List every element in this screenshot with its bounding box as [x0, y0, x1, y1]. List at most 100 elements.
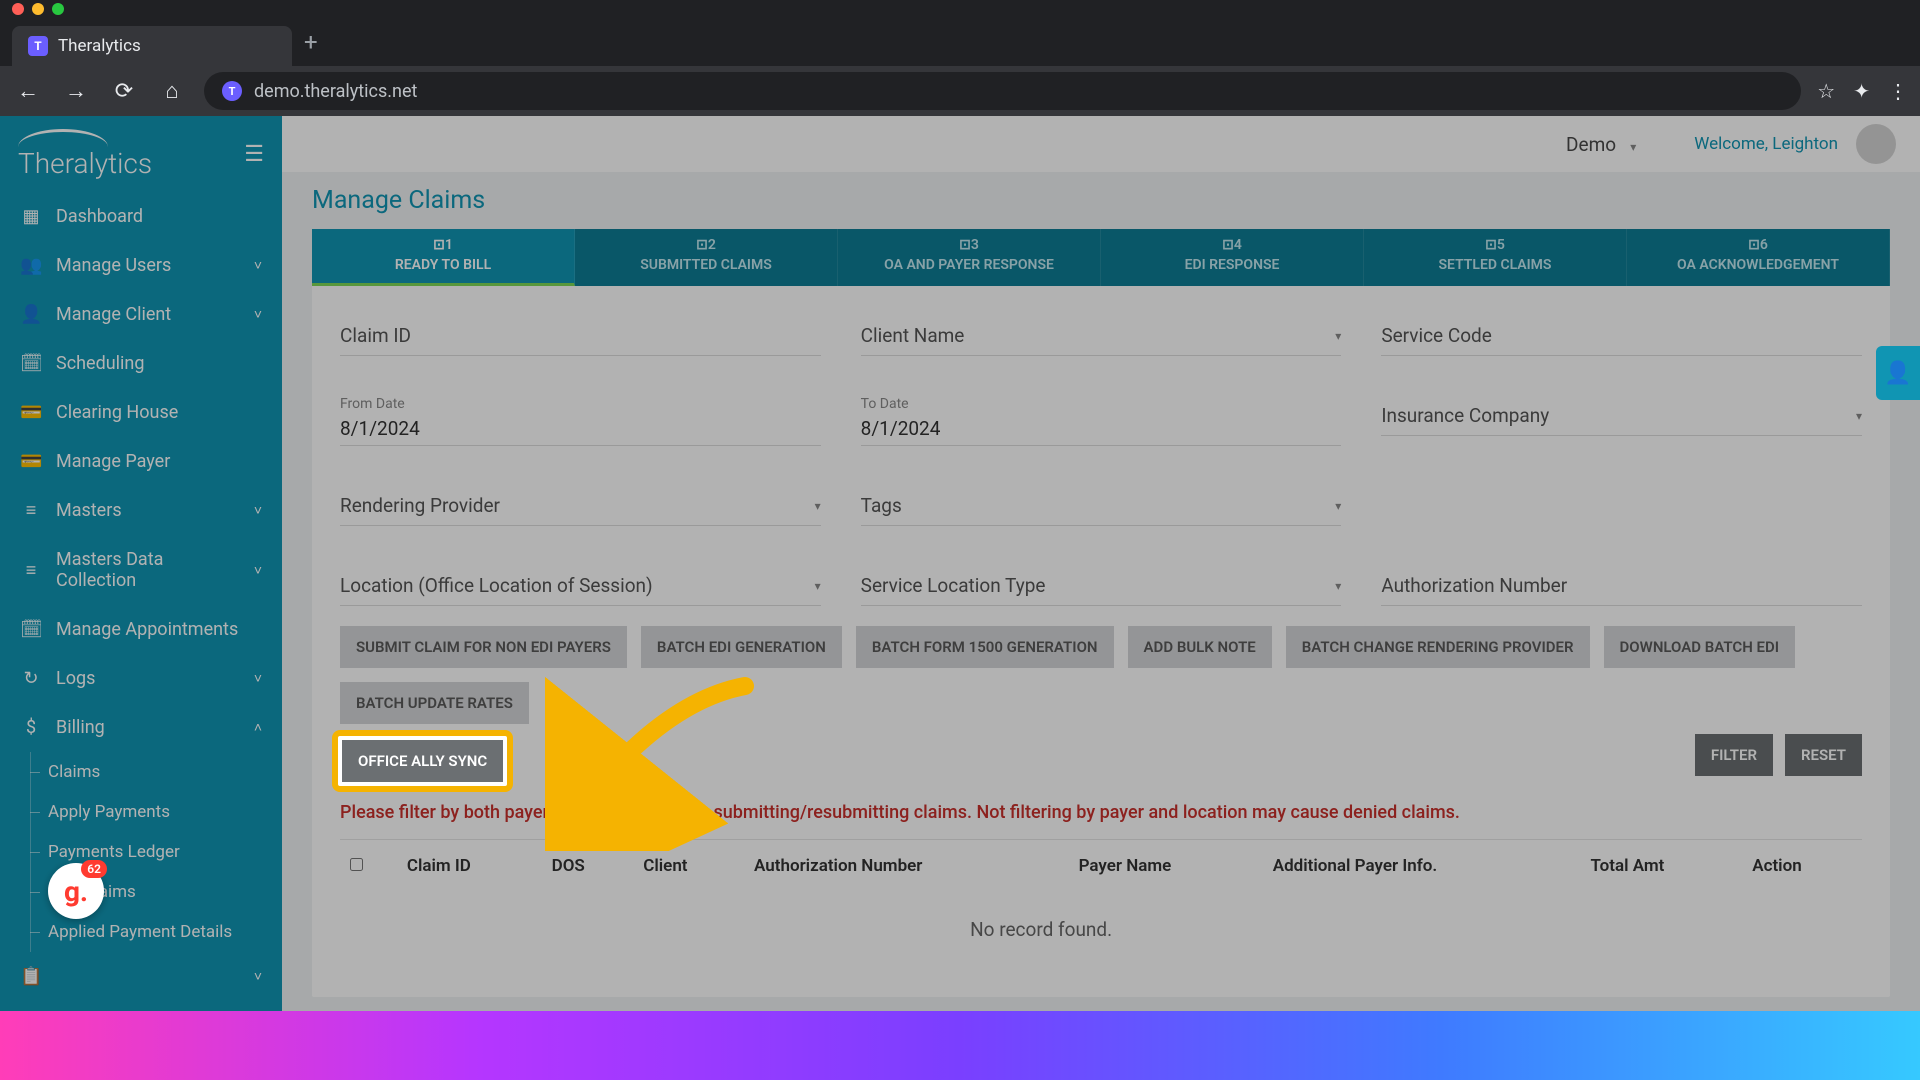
sidebar-item-manage-payer[interactable]: 💳Manage Payer	[0, 437, 282, 486]
nav-label: Dashboard	[56, 206, 262, 227]
nav-label: Scheduling	[56, 353, 262, 374]
sidebar-item-dashboard[interactable]: ▦Dashboard	[0, 192, 282, 241]
sidebar-item-item[interactable]: 📋˅	[0, 952, 282, 1001]
support-widget-icon[interactable]: 👤	[1876, 346, 1920, 400]
col-claim-id: Claim ID	[397, 840, 542, 893]
nav-label: Masters	[56, 500, 240, 521]
url-bar[interactable]: T demo.theralytics.net	[204, 72, 1801, 110]
col-action: Action	[1742, 840, 1862, 893]
col-authorization-number: Authorization Number	[744, 840, 1069, 893]
claim-tab-edi-response[interactable]: ⊡4EDI RESPONSE	[1101, 229, 1364, 286]
sidebar: Theralytics ☰ ▦Dashboard👥Manage Users˅👤M…	[0, 116, 282, 1011]
window-maximize[interactable]	[52, 3, 64, 15]
insurance-select[interactable]: Insurance Company▾	[1381, 396, 1862, 436]
col-additional-payer-info-: Additional Payer Info.	[1263, 840, 1581, 893]
sidebar-subitem-applied-payment-details[interactable]: Applied Payment Details	[0, 912, 282, 952]
claim-tab-submitted-claims[interactable]: ⊡2SUBMITTED CLAIMS	[575, 229, 838, 286]
tab-label: OA AND PAYER RESPONSE	[884, 257, 1054, 273]
tab-strip: T Theralytics +	[0, 18, 1920, 66]
auth-number-input[interactable]: Authorization Number	[1381, 566, 1862, 606]
chevron-down-icon: ˅	[254, 257, 262, 274]
window-close[interactable]	[12, 3, 24, 15]
tab-label: EDI RESPONSE	[1185, 257, 1280, 273]
batch-change-rendering-provider-button[interactable]: BATCH CHANGE RENDERING PROVIDER	[1286, 626, 1590, 668]
url-text: demo.theralytics.net	[254, 81, 417, 102]
nav-icon: 💳	[20, 451, 42, 472]
back-button[interactable]: ←	[12, 78, 44, 104]
sidebar-item-clearing-house[interactable]: 💳 Clearing House	[0, 388, 282, 437]
avatar[interactable]	[1856, 124, 1896, 164]
new-tab-button[interactable]: +	[304, 28, 318, 66]
sidebar-item-scheduling[interactable]: 🗓Scheduling	[0, 339, 282, 388]
sidebar-subitem-apply-payments[interactable]: Apply Payments	[0, 792, 282, 832]
claim-tabs: ⊡1READY TO BILL⊡2SUBMITTED CLAIMS⊡3 OA AN…	[312, 229, 1890, 286]
extensions-icon[interactable]: ✦	[1853, 79, 1870, 103]
to-date-label: To Date	[861, 396, 1342, 412]
sidebar-item-manage-users[interactable]: 👥Manage Users˅	[0, 241, 282, 290]
rendering-provider-select[interactable]: Rendering Provider▾	[340, 486, 821, 526]
tags-select[interactable]: Tags▾	[861, 486, 1342, 526]
location-select[interactable]: Location (Office Location of Session)▾	[340, 566, 821, 606]
sidebar-item-billing[interactable]: $Billing˄	[0, 703, 282, 752]
claim-tab-oa-and-payer-response[interactable]: ⊡3 OA AND PAYER RESPONSE	[838, 229, 1101, 286]
sidebar-subitem-claims[interactable]: Claims	[0, 752, 282, 792]
tab-label: READY TO BILL	[395, 257, 491, 273]
sidebar-item-logs[interactable]: ↻Logs˅	[0, 654, 282, 703]
service-code-input[interactable]: Service Code	[1381, 316, 1862, 356]
nav-label: Masters Data Collection	[56, 549, 240, 591]
claims-table: Claim IDDOSClientAuthorization NumberPay…	[340, 839, 1862, 967]
site-favicon-icon: T	[222, 81, 242, 101]
forward-button[interactable]: →	[60, 78, 92, 104]
tab-badge-icon: ⊡3	[838, 237, 1100, 253]
sidebar-item-manage-appointments[interactable]: 🗓Manage Appointments	[0, 605, 282, 654]
col-total-amt: Total Amt	[1581, 840, 1743, 893]
home-button[interactable]: ⌂	[156, 78, 188, 104]
nav-label: Clearing House	[56, 402, 262, 423]
reload-button[interactable]: ⟳	[108, 79, 140, 104]
claim-tab-ready-to-bill[interactable]: ⊡1READY TO BILL	[312, 229, 575, 286]
window-minimize[interactable]	[32, 3, 44, 15]
browser-tab[interactable]: T Theralytics	[12, 26, 292, 66]
tab-label: SUBMITTED CLAIMS	[640, 257, 772, 273]
batch-update-rates-button[interactable]: BATCH UPDATE RATES	[340, 682, 529, 724]
bookmark-icon[interactable]: ☆	[1817, 79, 1835, 103]
sidebar-item-manage-client[interactable]: 👤Manage Client˅	[0, 290, 282, 339]
service-location-select[interactable]: Service Location Type▾	[861, 566, 1342, 606]
sidebar-subitem-payments-ledger[interactable]: Payments Ledger	[0, 832, 282, 872]
sidebar-subitem-evv-claims[interactable]: EVV Claims	[0, 872, 282, 912]
to-date-input[interactable]: 8/1/2024	[861, 412, 1342, 446]
nav-label: Manage Users	[56, 255, 240, 276]
tab-label: OA ACKNOWLEDGEMENT	[1677, 257, 1839, 273]
client-name-select[interactable]: Client Name▾	[861, 316, 1342, 356]
select-all-checkbox[interactable]	[350, 858, 363, 871]
from-date-label: From Date	[340, 396, 821, 412]
add-bulk-note-button[interactable]: ADD BULK NOTE	[1128, 626, 1272, 668]
office-ally-sync-button[interactable]: OFFICE ALLY SYNC	[342, 740, 503, 782]
chevron-down-icon: ˅	[254, 502, 262, 519]
sidebar-item-support[interactable]: ?Support	[0, 1001, 282, 1011]
nav-label: Manage Client	[56, 304, 240, 325]
col-client: Client	[633, 840, 744, 893]
claim-tab-settled-claims[interactable]: ⊡5SETTLED CLAIMS	[1364, 229, 1627, 286]
welcome-text: Welcome, Leighton	[1694, 134, 1838, 154]
tab-favicon-icon: T	[28, 36, 48, 56]
menu-icon[interactable]: ⋮	[1888, 79, 1908, 103]
topbar: Demo ▾ Welcome, Leighton	[282, 116, 1920, 172]
batch-edi-generation-button[interactable]: BATCH EDI GENERATION	[641, 626, 842, 668]
nav-icon: ↻	[20, 668, 42, 689]
batch-form-1500-generation-button[interactable]: BATCH FORM 1500 GENERATION	[856, 626, 1114, 668]
chevron-down-icon: ˅	[254, 306, 262, 323]
company-selector[interactable]: Demo ▾	[1560, 127, 1676, 162]
col-dos: DOS	[542, 840, 634, 893]
from-date-input[interactable]: 8/1/2024	[340, 412, 821, 446]
grammarly-badge[interactable]: g. 62	[48, 863, 104, 919]
claim-tab-oa-acknowledgement[interactable]: ⊡6OA ACKNOWLEDGEMENT	[1627, 229, 1890, 286]
nav-icon: ≡	[20, 500, 42, 521]
sidebar-item-masters-data-collection[interactable]: ≡Masters Data Collection˅	[0, 535, 282, 605]
claim-id-input[interactable]: Claim ID	[340, 316, 821, 356]
submit-claim-for-non-edi-payers-button[interactable]: SUBMIT CLAIM FOR NON EDI PAYERS	[340, 626, 627, 668]
nav-icon: 💳	[20, 402, 42, 423]
sidebar-item-masters[interactable]: ≡ Masters ˅	[0, 486, 282, 535]
download-batch-edi-button[interactable]: DOWNLOAD BATCH EDI	[1604, 626, 1796, 668]
sidebar-toggle-icon[interactable]: ☰	[244, 142, 264, 167]
